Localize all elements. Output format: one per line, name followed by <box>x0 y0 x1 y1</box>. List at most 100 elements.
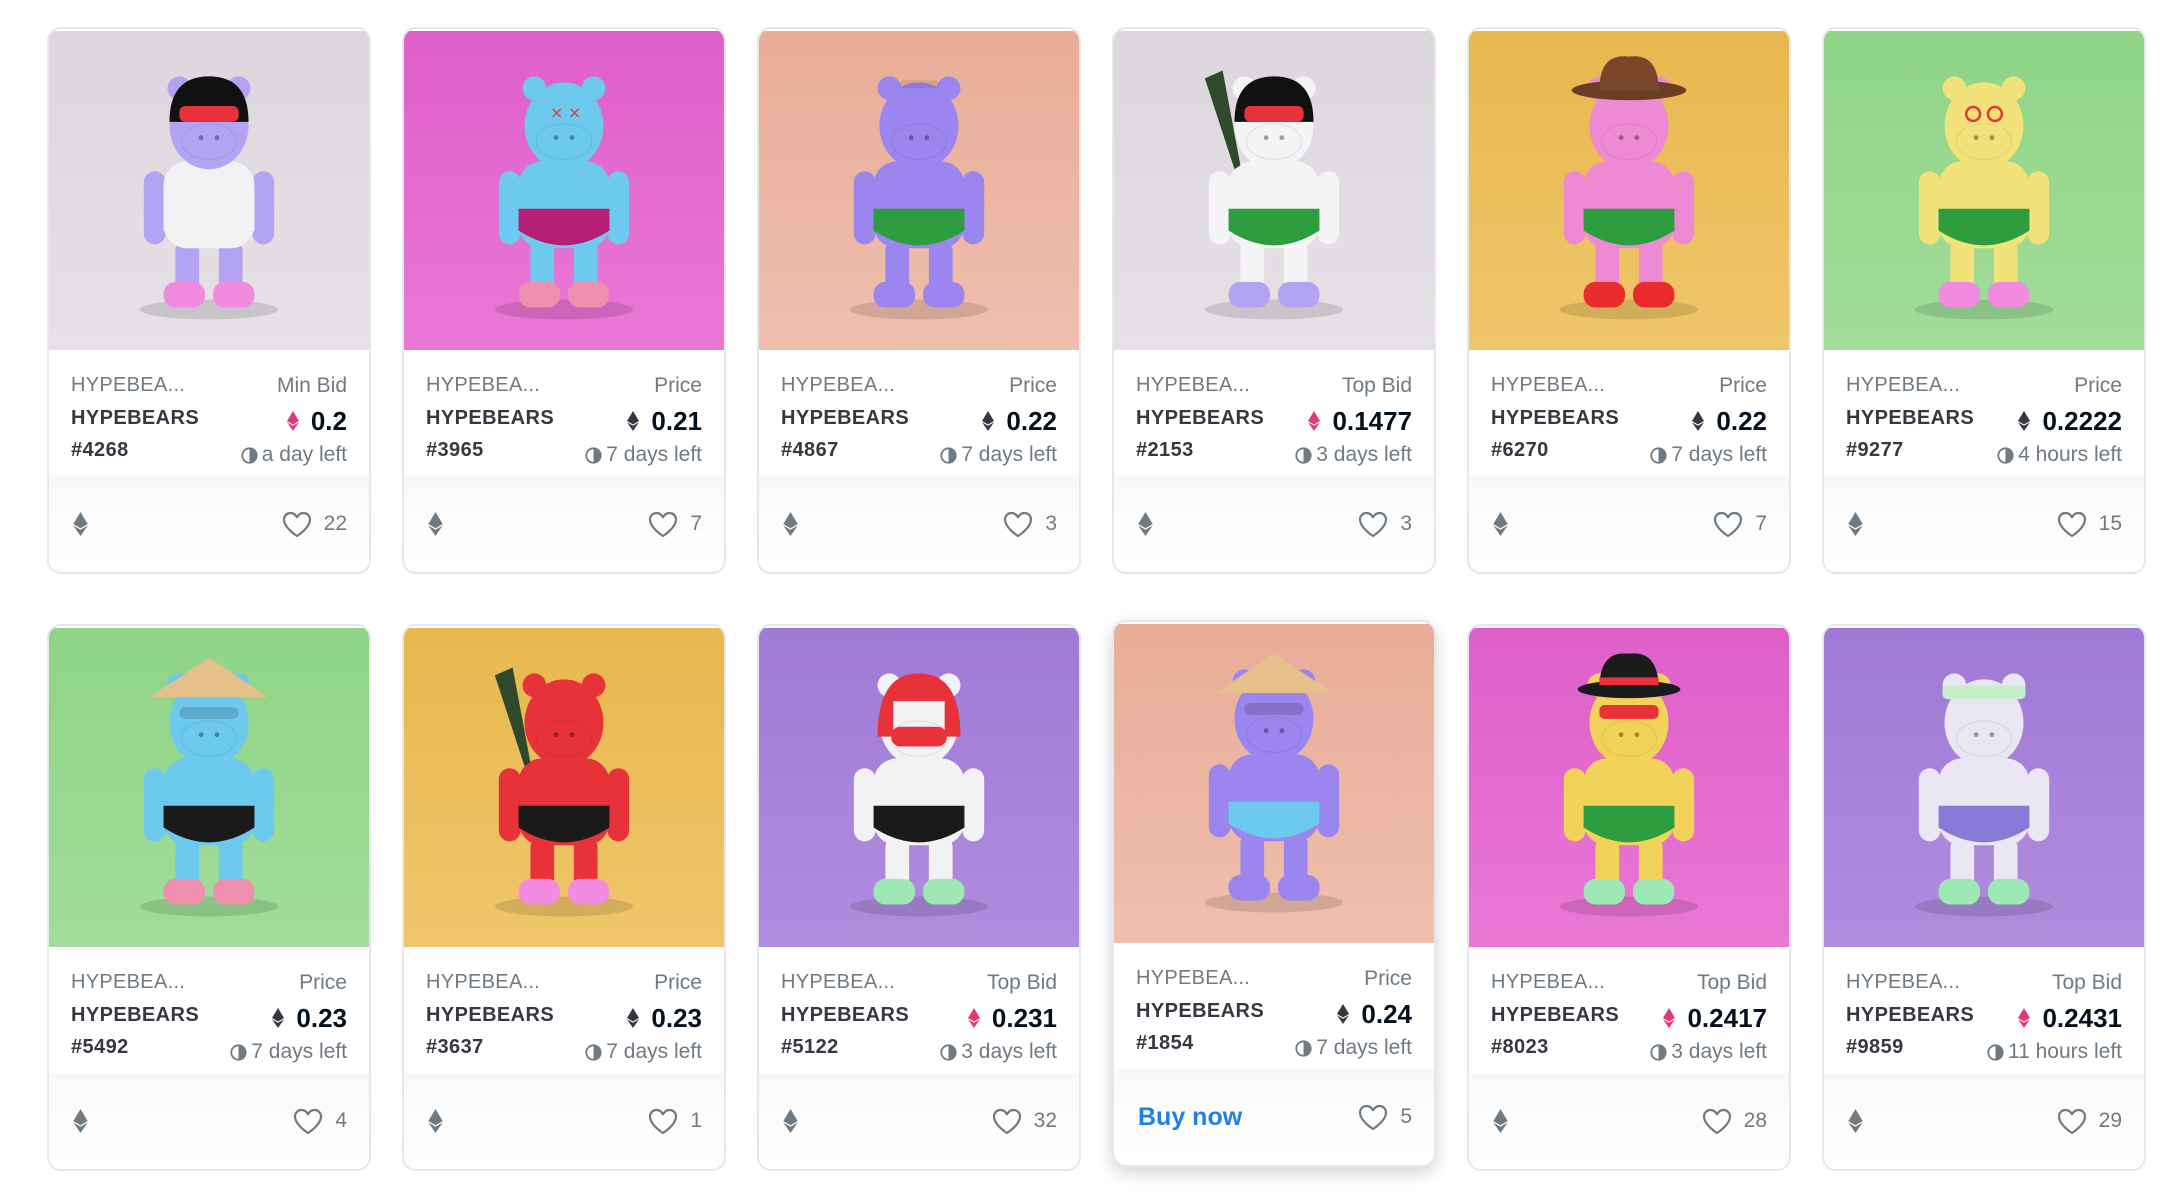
price-value: 0.23 <box>296 1002 347 1033</box>
chain-eth-icon <box>428 1109 443 1133</box>
price-value: 0.1477 <box>1332 405 1412 436</box>
card-info-right: Top Bid 0.2431 11 hours left <box>1987 971 2122 1073</box>
favorite-button[interactable]: 3 <box>1358 511 1412 538</box>
card-info-left: HYPEBEA... HYPEBEARS #5122 <box>781 971 911 1073</box>
price: 0.24 <box>1337 995 1412 1033</box>
svg-text:×: × <box>568 103 581 122</box>
favorite-button[interactable]: 7 <box>1713 511 1767 538</box>
time-left-text: 7 days left <box>251 1040 347 1063</box>
favorite-button[interactable]: 15 <box>2057 511 2122 538</box>
nft-card[interactable]: HYPEBEA... HYPEBEARS #2153 Top Bid 0.147… <box>1112 27 1436 574</box>
heart-icon <box>294 1108 323 1134</box>
clock-icon <box>1295 446 1312 464</box>
collection-name[interactable]: HYPEBEA... <box>71 971 201 999</box>
card-info-right: Top Bid 0.2417 3 days left <box>1650 971 1767 1073</box>
nft-number: #9277 <box>1846 439 1904 461</box>
clock-icon <box>585 446 602 464</box>
favorite-button[interactable]: 28 <box>1702 1108 1767 1135</box>
collection-name[interactable]: HYPEBEA... <box>1491 374 1621 402</box>
price: 0.2417 <box>1663 999 1767 1037</box>
nft-image[interactable] <box>759 626 1079 949</box>
nft-name: HYPEBEARS #9859 <box>1846 999 1976 1063</box>
nft-card[interactable]: HYPEBEA... HYPEBEARS #1854 Price 0.24 7 … <box>1112 620 1436 1167</box>
time-left-text: a day left <box>261 443 347 466</box>
nft-image[interactable] <box>49 626 369 949</box>
card-info: HYPEBEA... HYPEBEARS #5492 Price 0.23 7 … <box>49 949 369 1073</box>
favorite-button[interactable]: 22 <box>282 511 347 538</box>
nft-image[interactable]: × × <box>404 29 724 352</box>
nft-image[interactable] <box>1114 622 1434 945</box>
collection-name[interactable]: HYPEBEA... <box>1491 971 1621 999</box>
collection-name[interactable]: HYPEBEA... <box>1136 967 1266 995</box>
card-footer: 7 <box>1469 476 1789 572</box>
time-left-text: 3 days left <box>961 1040 1057 1063</box>
nft-card[interactable]: HYPEBEA... HYPEBEARS #5492 Price 0.23 7 … <box>47 624 371 1171</box>
favorite-button[interactable]: 32 <box>992 1108 1057 1135</box>
heart-icon <box>1359 1104 1388 1130</box>
likes-count: 4 <box>335 1109 347 1132</box>
clock-icon <box>1650 1043 1667 1061</box>
card-info-left: HYPEBEA... HYPEBEARS #6270 <box>1491 374 1621 476</box>
eth-icon <box>982 411 995 431</box>
heart-icon <box>282 511 311 537</box>
buy-now-button[interactable]: Buy now <box>1138 1103 1242 1132</box>
time-left-text: 4 hours left <box>2018 443 2122 466</box>
clock-icon <box>1650 446 1667 464</box>
card-footer: 28 <box>1469 1073 1789 1169</box>
nft-number: #5122 <box>781 1036 839 1058</box>
nft-image[interactable] <box>1469 626 1789 949</box>
time-left: 3 days left <box>1295 440 1412 470</box>
favorite-button[interactable]: 29 <box>2057 1108 2122 1135</box>
collection-name[interactable]: HYPEBEA... <box>1136 374 1266 402</box>
card-info-left: HYPEBEA... HYPEBEARS #1854 <box>1136 967 1266 1069</box>
heart-icon <box>992 1108 1021 1134</box>
chain-eth-icon <box>73 512 88 536</box>
nft-card[interactable]: HYPEBEA... HYPEBEARS #9859 Top Bid 0.243… <box>1822 624 2146 1171</box>
card-info-right: Top Bid 0.231 3 days left <box>940 971 1057 1073</box>
chain-eth-icon <box>73 1109 88 1133</box>
nft-card[interactable]: × × HYPEBEA... HYPEBEARS #3965 Price 0.21… <box>402 27 726 574</box>
nft-image[interactable] <box>1114 29 1434 352</box>
nft-card[interactable]: HYPEBEA... HYPEBEARS #9277 Price 0.2222 … <box>1822 27 2146 574</box>
heart-icon <box>649 1108 678 1134</box>
favorite-button[interactable]: 1 <box>648 1108 702 1135</box>
nft-card[interactable]: HYPEBEA... HYPEBEARS #6270 Price 0.22 7 … <box>1467 27 1791 574</box>
nft-name: HYPEBEARS #4867 <box>781 402 911 466</box>
collection-name[interactable]: HYPEBEA... <box>71 374 201 402</box>
card-info-right: Price 0.22 7 days left <box>1650 374 1767 476</box>
favorite-button[interactable]: 7 <box>648 511 702 538</box>
chain-eth-icon <box>1138 512 1153 536</box>
favorite-button[interactable]: 3 <box>1003 511 1057 538</box>
nft-title: HYPEBEARS <box>1846 407 1975 429</box>
nft-image[interactable] <box>404 626 724 949</box>
collection-name[interactable]: HYPEBEA... <box>426 374 556 402</box>
card-info-right: Top Bid 0.1477 3 days left <box>1295 374 1412 476</box>
nft-card[interactable]: HYPEBEA... HYPEBEARS #4867 Price 0.22 7 … <box>757 27 1081 574</box>
collection-name[interactable]: HYPEBEA... <box>781 971 911 999</box>
nft-image[interactable] <box>759 29 1079 352</box>
nft-image[interactable] <box>1824 626 2144 949</box>
collection-name[interactable]: HYPEBEA... <box>1846 374 1976 402</box>
nft-card[interactable]: HYPEBEA... HYPEBEARS #8023 Top Bid 0.241… <box>1467 624 1791 1171</box>
nft-image[interactable] <box>1824 29 2144 352</box>
likes-count: 29 <box>2098 1109 2122 1132</box>
clock-icon <box>1295 1039 1312 1057</box>
nft-card[interactable]: HYPEBEA... HYPEBEARS #3637 Price 0.23 7 … <box>402 624 726 1171</box>
price: 0.23 <box>627 999 702 1037</box>
collection-name[interactable]: HYPEBEA... <box>1846 971 1976 999</box>
favorite-button[interactable]: 5 <box>1358 1104 1412 1131</box>
eth-icon <box>1692 411 1705 431</box>
card-footer: 3 <box>759 476 1079 572</box>
price-value: 0.23 <box>651 1002 702 1033</box>
collection-name[interactable]: HYPEBEA... <box>426 971 556 999</box>
card-footer: 32 <box>759 1073 1079 1169</box>
favorite-button[interactable]: 4 <box>293 1108 347 1135</box>
nft-image[interactable] <box>49 29 369 352</box>
collection-name[interactable]: HYPEBEA... <box>781 374 911 402</box>
nft-card[interactable]: HYPEBEA... HYPEBEARS #5122 Top Bid 0.231… <box>757 624 1081 1171</box>
likes-count: 15 <box>2098 512 2122 535</box>
time-left: a day left <box>241 440 347 470</box>
nft-image[interactable] <box>1469 29 1789 352</box>
nft-card[interactable]: HYPEBEA... HYPEBEARS #4268 Min Bid 0.2 a… <box>47 27 371 574</box>
price: 0.2431 <box>2018 999 2122 1037</box>
